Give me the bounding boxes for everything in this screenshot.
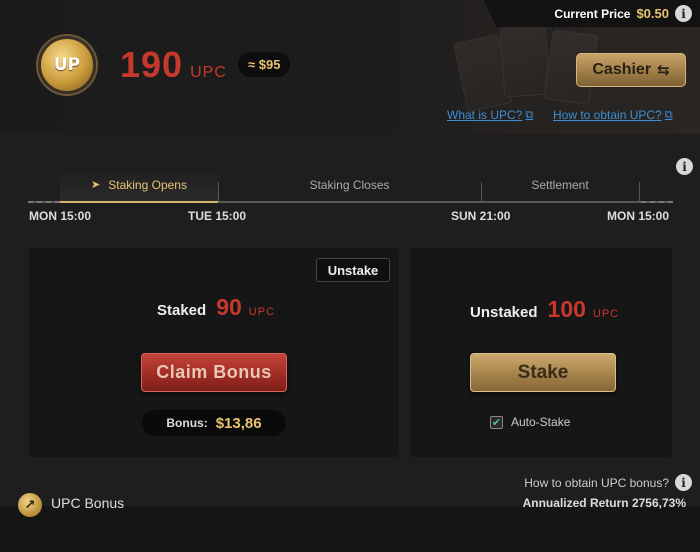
how-to-obtain-upc-label: How to obtain UPC?	[553, 108, 662, 122]
annualized-return: Annualized Return 2756,73%	[522, 496, 686, 510]
phase-staking-closes: Staking Closes	[218, 168, 481, 202]
staking-timeline: ➤ Staking Opens Staking Closes Settlemen…	[28, 166, 673, 206]
staked-value: 90	[216, 294, 242, 320]
balance-usd-pill: ≈ $95	[238, 52, 291, 77]
auto-stake-label: Auto-Stake	[511, 415, 571, 429]
what-is-upc-link[interactable]: What is UPC? ⧉	[447, 108, 533, 122]
unstake-button[interactable]: Unstake	[316, 258, 390, 282]
unstaked-label: Unstaked	[470, 304, 538, 321]
bonus-pill: Bonus: $13,86	[142, 410, 286, 436]
upc-coin-logo: UP	[38, 36, 96, 94]
staked-label: Staked	[157, 302, 207, 319]
external-link-icon: ⧉	[664, 108, 673, 121]
unstaked-amount: Unstaked 100 UPC	[470, 296, 619, 323]
logo-text: UP	[53, 55, 81, 75]
unstaked-unit: UPC	[592, 308, 620, 320]
timeline-date: TUE 15:00	[188, 209, 247, 223]
what-is-upc-label: What is UPC?	[447, 108, 523, 122]
bonus-value: $13,86	[215, 414, 262, 432]
current-price-label: Current Price	[554, 6, 631, 21]
upc-balance: 190 UPC	[120, 44, 227, 86]
flag-icon: ➤	[91, 178, 101, 191]
header: Current Price $0.50 i UP 190 UPC ≈ $95 C…	[0, 0, 700, 134]
unstaked-value: 100	[547, 296, 586, 322]
phase-staking-opens: ➤ Staking Opens	[60, 168, 218, 203]
auto-stake-toggle[interactable]: ✔ Auto-Stake	[490, 415, 570, 429]
bonus-label: Bonus:	[166, 416, 208, 430]
footer-bar	[0, 506, 700, 552]
phase-label: Staking Opens	[108, 177, 187, 192]
claim-bonus-label: Claim Bonus	[156, 362, 272, 382]
chart-up-icon: ↗	[18, 493, 42, 517]
phase-label: Staking Closes	[309, 178, 390, 192]
balance-usd: ≈ $95	[248, 57, 281, 72]
cashier-button[interactable]: Cashier ⇆	[576, 53, 686, 87]
timeline-date: MON 15:00	[607, 209, 670, 223]
timeline-date: SUN 21:00	[451, 209, 511, 223]
stake-label: Stake	[517, 361, 569, 383]
cashier-label: Cashier	[592, 61, 652, 78]
how-to-obtain-upc-link[interactable]: How to obtain UPC? ⧉	[553, 108, 673, 122]
upc-bonus-title: UPC Bonus	[51, 495, 125, 511]
check-icon: ✔	[491, 415, 502, 429]
current-price-tab: Current Price $0.50 i	[502, 0, 700, 27]
balance-value: 190	[120, 44, 184, 85]
balance-unit: UPC	[190, 64, 227, 81]
how-to-obtain-bonus-label: How to obtain UPC bonus?	[524, 475, 669, 490]
phase-settlement: Settlement	[481, 168, 639, 202]
timeline-divider	[639, 182, 640, 202]
timeline-dash-left	[28, 201, 60, 203]
current-price-value: $0.50	[636, 6, 669, 21]
staking-info-icon[interactable]: i	[676, 158, 693, 175]
how-to-obtain-bonus-link[interactable]: How to obtain UPC bonus? i	[524, 474, 692, 491]
unstake-label: Unstake	[327, 262, 379, 278]
swap-arrows-icon: ⇆	[657, 61, 670, 79]
timeline-dash-right	[641, 201, 673, 203]
external-link-icon: ⧉	[525, 108, 534, 121]
bonus-info-icon[interactable]: i	[675, 474, 692, 491]
timeline-date: MON 15:00	[29, 209, 92, 223]
price-info-icon[interactable]: i	[675, 5, 692, 22]
claim-bonus-button[interactable]: Claim Bonus	[141, 353, 287, 392]
staked-unit: UPC	[248, 306, 276, 318]
phase-label: Settlement	[531, 178, 589, 192]
stake-button[interactable]: Stake	[470, 353, 616, 392]
staked-amount: Staked 90 UPC	[157, 294, 275, 321]
auto-stake-checkbox[interactable]: ✔	[490, 415, 503, 429]
